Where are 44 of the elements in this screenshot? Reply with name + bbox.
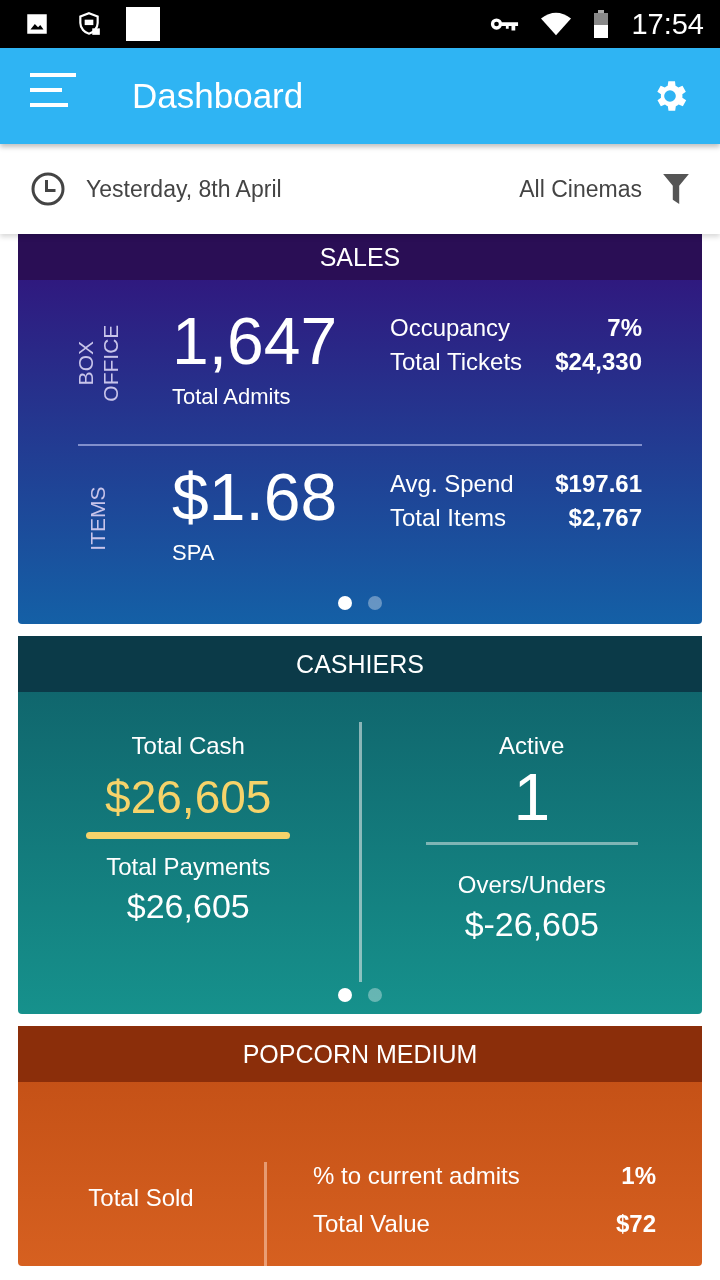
metric-value: 1,647 xyxy=(172,308,339,374)
page-dot[interactable] xyxy=(368,596,382,610)
stat-value: 1% xyxy=(621,1162,656,1190)
metric-label: Total Cash xyxy=(131,732,245,760)
stat-value: $72 xyxy=(615,1210,656,1238)
metric-caption: Total Admits xyxy=(172,384,292,410)
stat-value: $2,767 xyxy=(568,504,642,532)
cinema-filter-label[interactable]: All Cinemas xyxy=(519,175,642,203)
stat-label: Total Value xyxy=(313,1210,430,1238)
metric-caption: SPA xyxy=(172,540,216,566)
notification-square-icon xyxy=(126,7,160,41)
card-header: CASHIERS xyxy=(18,636,702,692)
stat-label: Avg. Spend xyxy=(390,470,514,498)
metric-label: Active xyxy=(499,732,565,760)
app-title: Dashboard xyxy=(132,76,305,116)
metric-value: $26,605 xyxy=(105,770,272,824)
metric-label: Total Sold xyxy=(88,1184,194,1213)
metric-value: $-26,605 xyxy=(464,905,599,944)
card-header: POPCORN MEDIUM xyxy=(18,1026,702,1082)
card-header: SALES xyxy=(18,234,702,280)
metric-value: 1 xyxy=(513,764,551,830)
menu-icon[interactable] xyxy=(30,73,76,107)
date-label[interactable]: Yesterday, 8th April xyxy=(86,175,520,203)
wifi-icon xyxy=(541,11,572,37)
page-dot[interactable] xyxy=(338,596,352,610)
section-label: BOX OFFICE xyxy=(72,323,123,404)
stat-value: $197.61 xyxy=(555,470,642,498)
section-label: ITEMS xyxy=(85,485,111,554)
page-dot[interactable] xyxy=(338,988,352,1002)
metric-value: $1.68 xyxy=(172,464,339,530)
battery-icon xyxy=(593,10,610,38)
stat-label: % to current admits xyxy=(313,1162,520,1190)
stat-value: 7% xyxy=(607,314,642,342)
stat-value: $24,330 xyxy=(555,348,642,376)
metric-label: Overs/Unders xyxy=(457,871,606,899)
stat-label: Occupancy xyxy=(390,314,511,342)
clock-icon xyxy=(30,171,66,207)
page-dot[interactable] xyxy=(368,988,382,1002)
stat-label: Total Tickets xyxy=(390,348,523,376)
filter-icon[interactable] xyxy=(662,174,690,204)
clock-time: 17:54 xyxy=(631,7,704,41)
stat-label: Total Items xyxy=(390,504,507,532)
metric-label: Total Payments xyxy=(106,853,271,881)
metric-value: $26,605 xyxy=(126,887,250,926)
